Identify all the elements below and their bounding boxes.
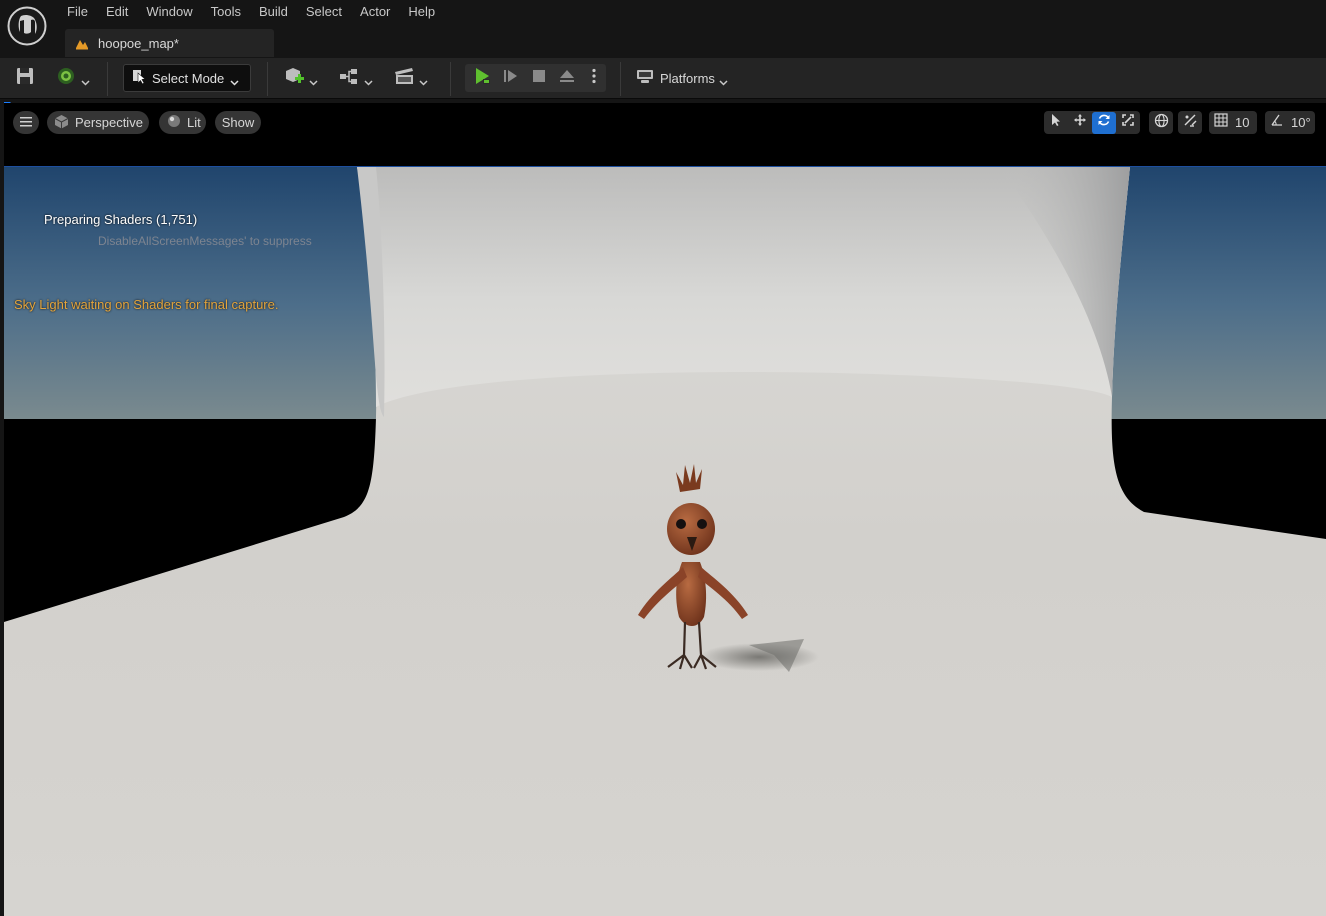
play-button[interactable] [469, 64, 495, 92]
level-tab[interactable]: hoopoe_map* [65, 29, 274, 57]
platforms-icon [636, 67, 654, 90]
menu-actor[interactable]: Actor [351, 0, 399, 24]
translate-tool-button[interactable] [1068, 112, 1092, 134]
lit-label: Lit [187, 115, 201, 130]
grid-snap-button[interactable] [1209, 112, 1233, 134]
lit-sphere-icon [167, 114, 181, 131]
viewport-scene[interactable] [4, 166, 1326, 916]
stop-button[interactable] [526, 64, 552, 92]
menu-tools[interactable]: Tools [202, 0, 250, 24]
toolbar-divider [620, 62, 621, 96]
world-space-button[interactable] [1149, 112, 1173, 134]
viewport-toolbar: Perspective Lit Show 10 10° [4, 103, 1326, 143]
toolbar-divider [267, 62, 268, 96]
chevron-down-icon [719, 74, 728, 86]
grid-snap-group[interactable]: 10 [1209, 111, 1257, 134]
scene-render [4, 167, 1326, 916]
skylight-warning-message: Sky Light waiting on Shaders for final c… [14, 297, 279, 312]
add-actor-icon [283, 65, 305, 92]
main-toolbar: Select Mode Platforms [0, 58, 1326, 99]
title-bar: File Edit Window Tools Build Select Acto… [0, 0, 1326, 58]
play-options-button[interactable] [585, 64, 603, 92]
level-viewport[interactable]: Perspective Lit Show 10 10° Preparing Sh… [4, 103, 1326, 916]
chevron-down-icon [309, 74, 318, 86]
viewport-options-button[interactable] [13, 111, 39, 134]
main-menu-bar: File Edit Window Tools Build Select Acto… [58, 0, 444, 24]
platforms-label: Platforms [660, 70, 715, 86]
perspective-cube-icon [54, 114, 69, 132]
angle-icon [1270, 113, 1284, 132]
chevron-down-icon [419, 74, 428, 86]
translate-icon [1073, 113, 1087, 132]
show-flags-button[interactable]: Show [215, 111, 261, 134]
eject-icon [558, 67, 576, 90]
globe-icon [1154, 113, 1169, 133]
play-icon [472, 66, 492, 91]
hamburger-menu-icon [20, 115, 32, 130]
rotate-tool-button[interactable] [1092, 111, 1116, 134]
select-icon [1049, 113, 1063, 132]
surface-snap-icon [1183, 113, 1198, 133]
cinematics-button[interactable] [393, 64, 428, 92]
menu-help[interactable]: Help [399, 0, 444, 24]
chevron-down-icon [81, 74, 90, 86]
source-control-icon [55, 65, 77, 92]
blueprint-icon [338, 65, 360, 92]
blueprints-button[interactable] [338, 64, 373, 92]
eject-button[interactable] [554, 64, 580, 92]
menu-select[interactable]: Select [297, 0, 351, 24]
advance-frame-icon [502, 67, 520, 90]
cinematics-icon [393, 65, 415, 92]
chevron-down-icon [364, 74, 373, 86]
preparing-shaders-message: Preparing Shaders (1,751) [44, 212, 198, 227]
view-mode-lit-button[interactable]: Lit [159, 111, 206, 134]
select-tool-button[interactable] [1044, 112, 1068, 134]
surface-snapping-toggle[interactable] [1178, 111, 1202, 134]
save-icon [14, 65, 36, 92]
toolbar-divider [107, 62, 108, 96]
perspective-view-button[interactable]: Perspective [47, 111, 149, 134]
select-mode-icon [132, 68, 146, 89]
select-mode-dropdown[interactable]: Select Mode [123, 64, 251, 92]
menu-build[interactable]: Build [250, 0, 297, 24]
menu-file[interactable]: File [58, 0, 97, 24]
source-control-button[interactable] [55, 64, 90, 92]
level-tab-label: hoopoe_map* [98, 35, 179, 51]
chevron-down-icon [230, 74, 239, 86]
play-controls-group [465, 64, 606, 92]
rotation-snap-button[interactable] [1265, 112, 1289, 134]
add-actor-button[interactable] [283, 64, 318, 92]
more-options-icon [592, 68, 596, 89]
perspective-label: Perspective [75, 115, 143, 130]
stop-icon [531, 68, 547, 89]
platforms-dropdown[interactable]: Platforms [636, 64, 728, 92]
coordinate-system-toggle[interactable] [1149, 111, 1173, 134]
advance-frame-button[interactable] [498, 64, 524, 92]
suppress-hint-message: DisableAllScreenMessages' to suppress [98, 234, 312, 248]
show-label: Show [221, 115, 255, 130]
rotate-icon [1097, 113, 1111, 132]
rotation-snap-value[interactable]: 10° [1291, 115, 1311, 130]
rotation-snap-group[interactable]: 10° [1265, 111, 1315, 134]
save-button[interactable] [14, 64, 36, 92]
scale-icon [1121, 113, 1135, 132]
surface-snapping-button[interactable] [1178, 112, 1202, 134]
level-map-icon [75, 36, 89, 50]
toolbar-divider [450, 62, 451, 96]
grid-snap-value[interactable]: 10 [1235, 115, 1249, 130]
scale-tool-button[interactable] [1116, 112, 1140, 134]
menu-edit[interactable]: Edit [97, 0, 137, 24]
select-mode-label: Select Mode [152, 70, 225, 86]
unreal-engine-logo-icon[interactable] [7, 6, 47, 46]
grid-icon [1214, 113, 1228, 132]
transform-tools-group [1044, 111, 1140, 134]
menu-window[interactable]: Window [137, 0, 201, 24]
